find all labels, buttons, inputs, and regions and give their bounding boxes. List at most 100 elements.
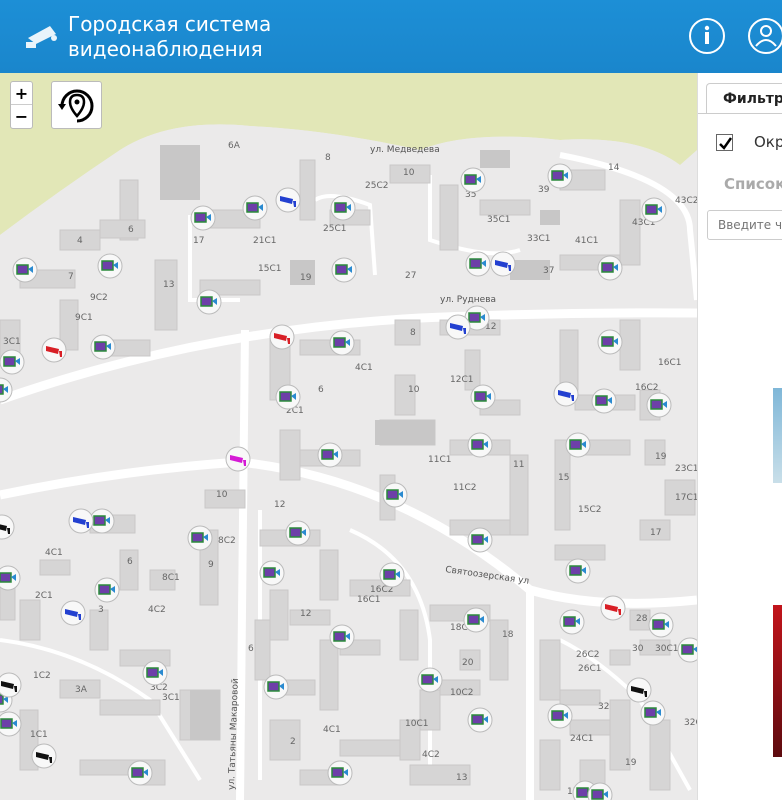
video-camera-marker[interactable] bbox=[460, 167, 486, 193]
info-icon[interactable] bbox=[689, 18, 725, 54]
video-camera-marker[interactable] bbox=[331, 257, 357, 283]
building-number-label: 26С1 bbox=[578, 664, 601, 674]
tab-filter[interactable]: Фильтр bbox=[706, 83, 782, 113]
video-camera-marker[interactable] bbox=[467, 527, 493, 553]
video-camera-marker[interactable] bbox=[463, 607, 489, 633]
video-camera-marker[interactable] bbox=[285, 520, 311, 546]
building-number-label: 11 bbox=[513, 460, 524, 470]
video-camera-marker[interactable] bbox=[641, 197, 667, 223]
cctv-camera-marker-red[interactable] bbox=[269, 324, 295, 350]
video-camera-marker[interactable] bbox=[259, 560, 285, 586]
video-camera-marker[interactable] bbox=[187, 525, 213, 551]
video-camera-marker[interactable] bbox=[12, 257, 38, 283]
video-camera-marker[interactable] bbox=[127, 760, 153, 786]
video-camera-marker[interactable] bbox=[317, 442, 343, 468]
video-camera-marker[interactable] bbox=[417, 667, 443, 693]
video-camera-marker[interactable] bbox=[89, 508, 115, 534]
cctv-camera-marker-blue[interactable] bbox=[553, 381, 579, 407]
zoom-in-button[interactable]: + bbox=[11, 82, 32, 105]
building-number-label: 19 bbox=[300, 273, 312, 283]
video-camera-marker[interactable] bbox=[90, 334, 116, 360]
video-camera-marker[interactable] bbox=[329, 624, 355, 650]
video-camera-marker[interactable] bbox=[97, 253, 123, 279]
building-number-label: 23С1 bbox=[675, 464, 697, 474]
cctv-camera-marker-blue[interactable] bbox=[490, 251, 516, 277]
building-number-label: 20 bbox=[462, 658, 474, 668]
locate-button[interactable] bbox=[51, 81, 102, 129]
video-camera-marker[interactable] bbox=[330, 195, 356, 221]
video-camera-marker[interactable] bbox=[640, 700, 666, 726]
map-canvas[interactable]: ул. Медведева ул. Руднева Святоозерская … bbox=[0, 73, 697, 800]
building-number-label: 39 bbox=[538, 185, 550, 195]
video-camera-marker[interactable] bbox=[648, 612, 674, 638]
building-number-label: 9С1 bbox=[75, 313, 93, 323]
building-number-label: 33С1 bbox=[527, 234, 550, 244]
video-camera-marker[interactable] bbox=[242, 195, 268, 221]
video-camera-marker[interactable] bbox=[465, 251, 491, 277]
video-camera-marker[interactable] bbox=[379, 562, 405, 588]
video-camera-marker[interactable] bbox=[470, 384, 496, 410]
video-camera-marker[interactable] bbox=[94, 577, 120, 603]
video-camera-marker[interactable] bbox=[677, 637, 697, 663]
cctv-camera-marker-blue[interactable] bbox=[275, 187, 301, 213]
video-camera-marker[interactable] bbox=[275, 384, 301, 410]
video-camera-marker[interactable] bbox=[190, 205, 216, 231]
building-number-label: 17 bbox=[650, 528, 661, 538]
video-camera-marker[interactable] bbox=[559, 609, 585, 635]
building-number-label: 14 bbox=[608, 163, 620, 173]
app-title: Городская система видеонаблюдения bbox=[68, 12, 271, 62]
cctv-camera-marker-magenta[interactable] bbox=[225, 446, 251, 472]
search-input[interactable] bbox=[707, 210, 782, 240]
video-camera-marker[interactable] bbox=[597, 255, 623, 281]
video-camera-marker[interactable] bbox=[565, 558, 591, 584]
video-camera-marker[interactable] bbox=[467, 432, 493, 458]
building-number-label: 32 bbox=[598, 702, 609, 712]
video-camera-marker[interactable] bbox=[565, 432, 591, 458]
user-icon[interactable] bbox=[748, 18, 782, 54]
video-camera-marker[interactable] bbox=[0, 711, 22, 737]
cctv-camera-marker-red[interactable] bbox=[41, 337, 67, 363]
video-camera-marker[interactable] bbox=[196, 289, 222, 315]
zoom-out-button[interactable]: − bbox=[11, 105, 32, 128]
video-camera-marker[interactable] bbox=[0, 565, 21, 591]
building-number-label: 35С1 bbox=[487, 215, 510, 225]
video-camera-marker[interactable] bbox=[547, 703, 573, 729]
video-camera-marker[interactable] bbox=[263, 674, 289, 700]
cctv-camera-marker-blue[interactable] bbox=[60, 600, 86, 626]
list-heading: Список bbox=[724, 175, 782, 193]
cctv-camera-marker-blue[interactable] bbox=[68, 508, 94, 534]
road-makarovoy bbox=[236, 329, 249, 800]
building-number-label: 6 bbox=[128, 225, 134, 235]
tab-divider bbox=[698, 113, 782, 114]
video-camera-marker[interactable] bbox=[0, 349, 25, 375]
cctv-camera-marker-red[interactable] bbox=[600, 595, 626, 621]
video-camera-marker[interactable] bbox=[382, 482, 408, 508]
video-camera-marker[interactable] bbox=[467, 707, 493, 733]
video-camera-marker[interactable] bbox=[327, 760, 353, 786]
building-number-label: 8 bbox=[410, 328, 416, 338]
cctv-camera-marker-black[interactable] bbox=[0, 672, 22, 698]
video-camera-marker[interactable] bbox=[646, 392, 672, 418]
building-number-label: 19 bbox=[655, 452, 667, 462]
video-camera-marker[interactable] bbox=[597, 329, 623, 355]
building-number-label: 32С1 bbox=[684, 718, 697, 728]
building-number-label: 11С1 bbox=[428, 455, 451, 465]
video-camera-marker[interactable] bbox=[547, 163, 573, 189]
cctv-camera-marker-blue[interactable] bbox=[445, 314, 471, 340]
cctv-camera-marker-black[interactable] bbox=[626, 677, 652, 703]
building-number-label: 19 bbox=[625, 758, 637, 768]
area-checkbox-label: Окр bbox=[754, 133, 782, 151]
building-number-label: 12 bbox=[274, 500, 285, 510]
building-number-label: 13 bbox=[163, 280, 174, 290]
video-camera-marker[interactable] bbox=[142, 660, 168, 686]
building-number-label: 2С1 bbox=[35, 591, 53, 601]
building-number-label: 16С2 bbox=[635, 383, 658, 393]
filter-panel: Фильтр Окр Список bbox=[697, 73, 782, 800]
video-camera-marker[interactable] bbox=[591, 388, 617, 414]
cctv-camera-marker-black[interactable] bbox=[31, 743, 57, 769]
building-number-label: 9 bbox=[208, 560, 214, 570]
video-camera-marker[interactable] bbox=[329, 330, 355, 356]
building-number-label: 1С1 bbox=[30, 730, 48, 740]
area-checkbox[interactable] bbox=[716, 134, 733, 151]
city-map[interactable]: ул. Медведева ул. Руднева Святоозерская … bbox=[0, 73, 697, 800]
